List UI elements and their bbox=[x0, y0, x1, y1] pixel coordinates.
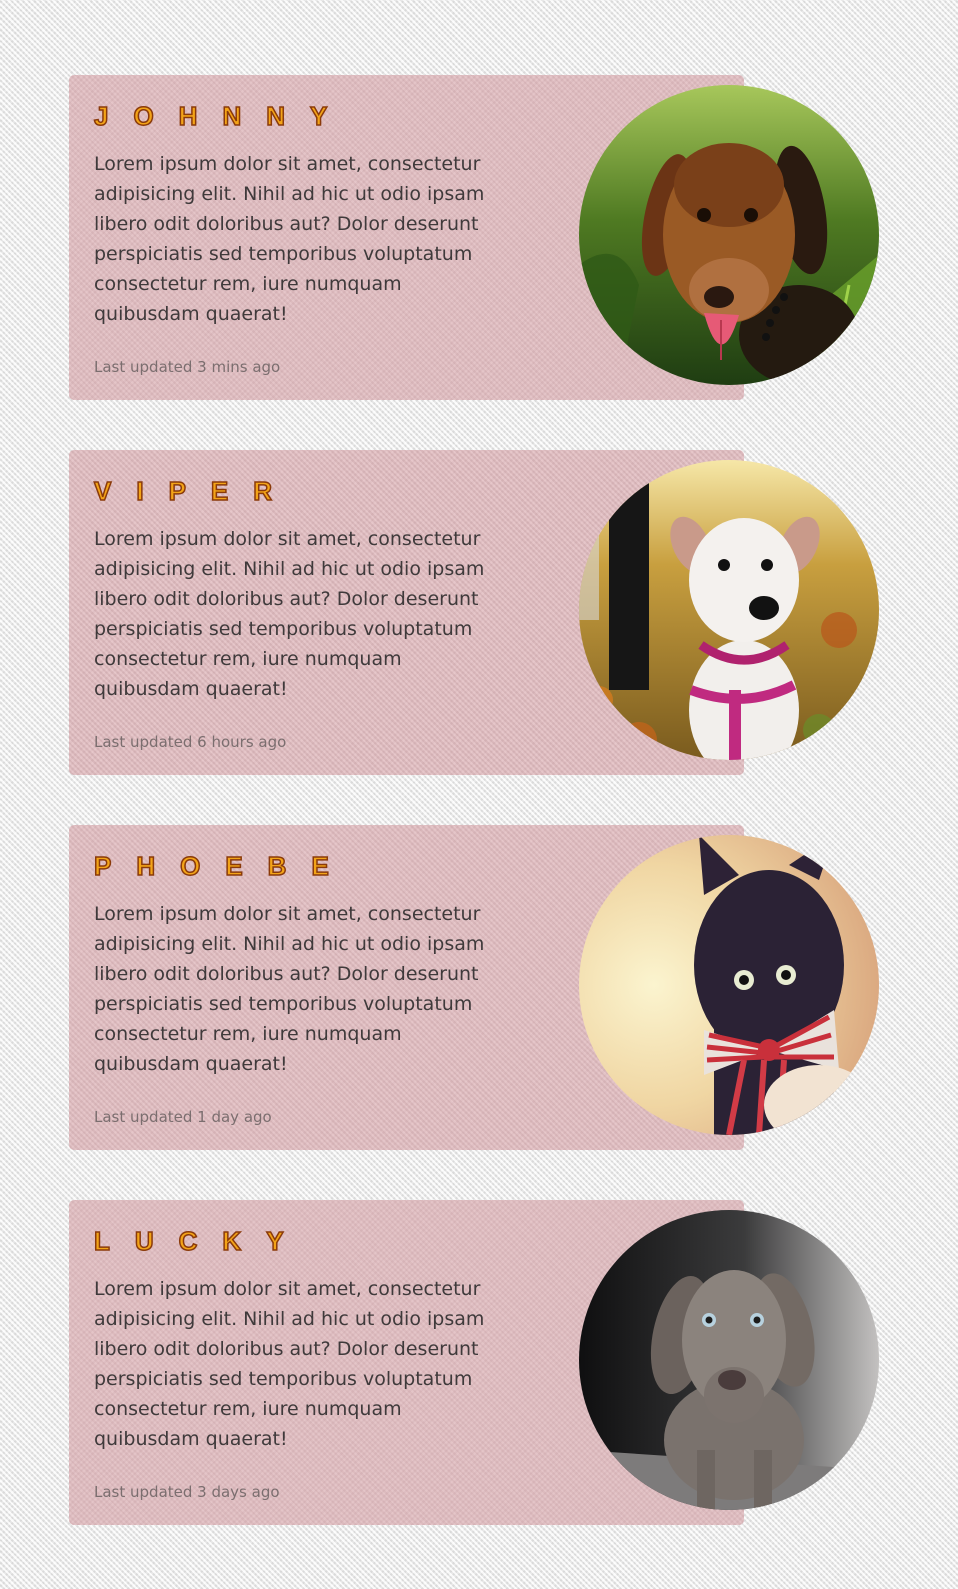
card-title: Johnny bbox=[93, 101, 353, 131]
card-body: Johnny Lorem ipsum dolor sit amet, conse… bbox=[93, 101, 494, 377]
card-title: Viper bbox=[93, 476, 298, 506]
card-body: Viper Lorem ipsum dolor sit amet, consec… bbox=[93, 476, 494, 752]
black-kitten-photo bbox=[579, 835, 879, 1135]
card-body: Lucky Lorem ipsum dolor sit amet, consec… bbox=[93, 1226, 494, 1502]
dog-terrier-photo bbox=[579, 85, 879, 385]
card-text: Lorem ipsum dolor sit amet, consectetur … bbox=[94, 528, 485, 700]
white-puppy-illustration bbox=[579, 460, 879, 760]
last-updated-text: Last updated 3 days ago bbox=[94, 1483, 280, 1501]
black-kitten-illustration bbox=[579, 835, 879, 1135]
card-text: Lorem ipsum dolor sit amet, consectetur … bbox=[94, 903, 485, 1075]
dog-terrier-illustration bbox=[579, 85, 879, 385]
card-text: Lorem ipsum dolor sit amet, consectetur … bbox=[94, 1278, 485, 1450]
pet-card-list: Johnny Lorem ipsum dolor sit amet, conse… bbox=[0, 0, 958, 1589]
card-title: Phoebe bbox=[93, 851, 354, 881]
last-updated-text: Last updated 6 hours ago bbox=[94, 733, 287, 751]
last-updated-text: Last updated 1 day ago bbox=[94, 1108, 272, 1126]
last-updated-text: Last updated 3 mins ago bbox=[94, 358, 281, 376]
white-puppy-photo bbox=[579, 460, 879, 760]
grey-puppy-photo bbox=[579, 1210, 879, 1510]
card-text: Lorem ipsum dolor sit amet, consectetur … bbox=[94, 153, 485, 325]
grey-puppy-illustration bbox=[579, 1210, 879, 1510]
card-title: Lucky bbox=[93, 1226, 309, 1256]
card-body: Phoebe Lorem ipsum dolor sit amet, conse… bbox=[93, 851, 494, 1127]
